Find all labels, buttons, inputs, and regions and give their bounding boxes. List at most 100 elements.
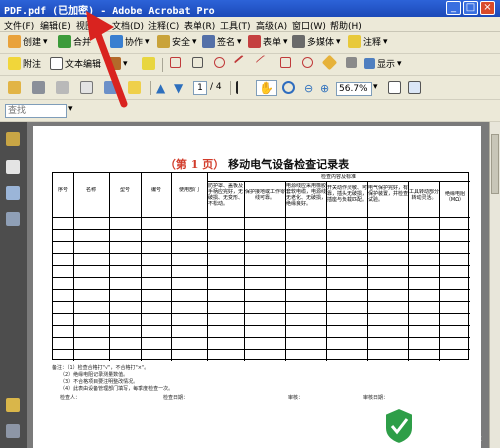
separator (162, 58, 163, 72)
header-model: 型号 (119, 187, 130, 193)
title-bar: PDF.pdf (已加密) - Adobe Acrobat Pro _ □ × (0, 0, 500, 17)
select-tool[interactable] (236, 81, 249, 94)
grid-line (207, 173, 208, 361)
page-number-input[interactable]: 1 (193, 81, 207, 95)
page-label: （第 1 页） (164, 158, 225, 171)
grid-line (53, 265, 470, 266)
grid-line (53, 217, 470, 218)
cursor-icon (236, 81, 249, 94)
prev-page-button[interactable]: ▲ (156, 81, 165, 95)
pencil-tool[interactable] (321, 54, 338, 71)
zoom-in-button[interactable]: ⊕ (320, 82, 329, 95)
line-tool[interactable] (255, 54, 272, 71)
textbox-icon (192, 57, 203, 68)
printer-icon (32, 81, 45, 94)
textbox-tool[interactable] (192, 57, 203, 68)
scroll-thumb[interactable] (491, 134, 499, 194)
eraser-tool[interactable] (346, 57, 357, 68)
arrow-tool[interactable] (233, 54, 250, 71)
footer-date: 检查日期： (163, 395, 189, 401)
fit-page-button[interactable] (388, 81, 401, 94)
pages-icon[interactable] (6, 160, 20, 174)
minimize-button[interactable]: _ (446, 1, 461, 15)
menu-tools[interactable]: 工具(T) (220, 19, 251, 32)
next-page-button[interactable]: ▼ (174, 81, 183, 95)
rectangle-tool[interactable] (280, 57, 291, 68)
sign-button[interactable]: 签名 ▾ (202, 35, 242, 48)
search-dropdown-icon[interactable]: ▾ (68, 104, 73, 114)
vertical-scrollbar[interactable] (489, 122, 500, 448)
criteria-7: 绝缘电阻（MΩ） (444, 191, 465, 203)
attachment-clip-icon[interactable] (6, 424, 20, 438)
grid-line (53, 289, 470, 290)
page-total: / 4 (210, 82, 222, 92)
grid-line (285, 181, 286, 361)
grid-line (171, 173, 172, 361)
document-view: （第 1 页） 移动电气设备检查记录表 序号 名称 型号 编号 使用部门 检查内… (27, 122, 489, 448)
callout-tool[interactable] (170, 57, 181, 68)
warning-tool[interactable] (142, 57, 155, 70)
menu-window[interactable]: 窗口(W) (292, 19, 326, 32)
maximize-button[interactable]: □ (463, 1, 478, 15)
footer-inspector: 检查人： (60, 395, 81, 401)
menu-forms[interactable]: 表单(R) (184, 19, 215, 32)
grid-line (439, 181, 440, 361)
secure-button[interactable]: 安全 ▾ (157, 35, 197, 48)
create-icon (8, 35, 21, 48)
header-no: 序号 (57, 187, 68, 193)
zoom-dropdown-icon[interactable]: ▾ (373, 82, 378, 92)
attachments-icon[interactable] (6, 186, 20, 200)
grid-line (53, 301, 470, 302)
hand-tool[interactable]: ✋ (256, 80, 277, 96)
menu-help[interactable]: 帮助(H) (330, 19, 362, 32)
close-button[interactable]: × (480, 1, 495, 15)
open-button[interactable] (8, 81, 21, 94)
comments-icon[interactable] (6, 398, 20, 412)
header-name: 名称 (85, 187, 96, 193)
menu-comment[interactable]: 注释(C) (148, 19, 179, 32)
grid-line (53, 229, 470, 230)
show-button[interactable]: 显示 ▾ (364, 57, 402, 70)
save-icon (56, 81, 69, 94)
cloud-tool[interactable] (214, 57, 225, 68)
separator (150, 81, 151, 95)
save-button[interactable] (56, 81, 69, 94)
callout-icon (170, 57, 181, 68)
multimedia-button[interactable]: 多媒体 ▾ (292, 35, 341, 48)
toolbar-comment: 附注 文本编辑 ▾ 显示 ▾ (0, 54, 500, 76)
signatures-icon[interactable] (6, 212, 20, 226)
header-group: 检查内容及标准 (320, 174, 356, 180)
zoom-select[interactable]: 56.7% (336, 82, 372, 96)
zoom-out-button[interactable]: ⊖ (304, 82, 313, 95)
search-input[interactable] (5, 104, 67, 118)
line-icon (255, 54, 272, 71)
rectangle-icon (280, 57, 291, 68)
folder-icon (8, 81, 21, 94)
sticky-note-icon (8, 57, 21, 70)
menu-file[interactable]: 文件(F) (4, 19, 34, 32)
arrow-line-icon (233, 54, 250, 71)
grid-line (326, 181, 327, 361)
fit-page-icon (388, 81, 401, 94)
annotation-arrow-icon (86, 11, 128, 108)
pen-icon (202, 35, 215, 48)
menu-advanced[interactable]: 高级(A) (256, 19, 287, 32)
zoom-tool[interactable] (282, 81, 295, 94)
sticky-note-button[interactable]: 附注 (8, 57, 41, 70)
plus-circle-icon: ⊕ (320, 82, 330, 95)
inspection-table: 序号 名称 型号 编号 使用部门 检查内容及标准 防护罩、盖板及手柄应完好，无破… (52, 172, 470, 361)
grid-line (53, 253, 470, 254)
search-bar: ▾ (0, 100, 500, 122)
lock-icon[interactable] (6, 132, 20, 146)
create-button[interactable]: 创建 ▾ (8, 35, 48, 48)
fit-width-button[interactable] (408, 81, 421, 94)
grid-line (53, 349, 470, 350)
oval-tool[interactable] (302, 57, 313, 68)
menu-edit[interactable]: 编辑(E) (40, 19, 71, 32)
forms-button[interactable]: 表单 ▾ (248, 35, 288, 48)
note-line: （4）此表由设备管理部门填写，每季度检查一次。 (60, 386, 174, 392)
print-button[interactable] (32, 81, 45, 94)
criteria-6: 工具转动部分转动灵活。 (409, 189, 439, 201)
comment-button[interactable]: 注释 ▾ (348, 35, 388, 48)
down-arrow-icon: ▼ (174, 81, 184, 95)
